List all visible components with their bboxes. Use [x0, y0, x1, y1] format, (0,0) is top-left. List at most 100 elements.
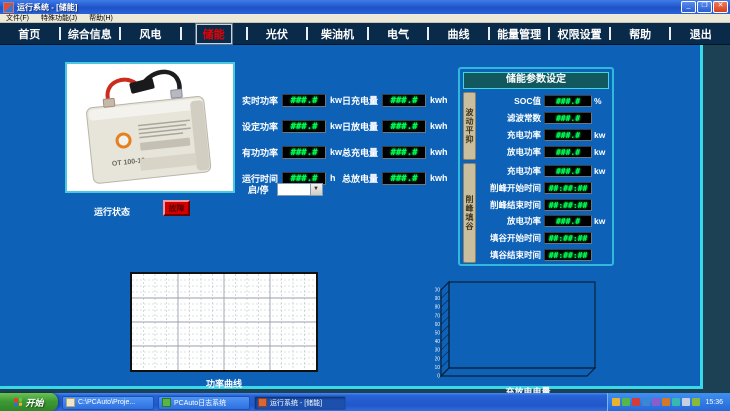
- svg-text:60: 60: [435, 322, 440, 328]
- setting-row: 填谷开始时间 ##:##:##: [479, 230, 609, 246]
- start-stop-row: 启/停 ▼: [248, 183, 323, 196]
- svg-text:20: 20: [435, 356, 440, 362]
- nav-electrical[interactable]: 电气: [369, 26, 428, 42]
- valley-start-time-display[interactable]: ##:##:##: [544, 232, 592, 244]
- content-panel: OT 100-12 运行状态 故障 实时功率 ###.# kw 设定功率: [0, 45, 703, 389]
- setting-label: 削峰开始时间: [479, 182, 544, 194]
- tray-icon[interactable]: [662, 398, 670, 406]
- setting-row: 削峰结束时间 ##:##:##: [479, 197, 609, 213]
- menu-file[interactable]: 文件(F): [0, 13, 35, 23]
- tray-icon[interactable]: [682, 398, 690, 406]
- metric-label: 日充电量: [334, 94, 378, 107]
- task-label: C:\PCAuto\Proje...: [78, 399, 135, 406]
- setting-label: 放电功率: [479, 215, 544, 227]
- svg-text:80: 80: [435, 305, 440, 311]
- tray-icon[interactable]: [652, 398, 660, 406]
- setting-label: 削峰结束时间: [479, 199, 544, 211]
- setting-row: 充电功率 ###.# kw: [479, 127, 609, 143]
- metric-label: 总充电量: [334, 146, 378, 159]
- minimize-button[interactable]: _: [681, 1, 696, 13]
- menu-special-functions[interactable]: 特殊功能(J): [35, 13, 83, 23]
- setting-label: 充电功率: [479, 165, 544, 177]
- restore-button[interactable]: ❐: [697, 1, 712, 13]
- tray-icon[interactable]: [632, 398, 640, 406]
- valley-discharge-power-display[interactable]: ###.#: [544, 215, 592, 227]
- energy-bar-chart: 100 90 80 70 60 50 40 30 20 10 0: [435, 278, 610, 383]
- nav-overview[interactable]: 综合信息: [61, 26, 120, 42]
- chevron-down-icon[interactable]: ▼: [310, 184, 322, 195]
- windows-logo-icon: [14, 398, 22, 407]
- metric-row: 总充电量 ###.# kwh: [334, 145, 454, 159]
- total-charge-display: ###.#: [382, 146, 426, 159]
- setting-row: 削峰开始时间 ##:##:##: [479, 180, 609, 196]
- metric-row: 总放电量 ###.# kwh: [334, 171, 454, 185]
- tray-icon[interactable]: [672, 398, 680, 406]
- nav-help[interactable]: 帮助: [611, 26, 670, 42]
- nav-diesel[interactable]: 柴油机: [308, 26, 367, 42]
- title-bar: 运行系统 - [储能] _ ❐ ✕: [0, 0, 730, 14]
- metric-label: 设定功率: [234, 120, 278, 133]
- app-icon: [258, 398, 267, 407]
- svg-text:70: 70: [435, 313, 440, 319]
- setting-unit: kw: [592, 130, 609, 140]
- charge-power-display[interactable]: ###.#: [544, 129, 592, 141]
- folder-icon: [66, 398, 75, 407]
- svg-text:50: 50: [435, 331, 440, 337]
- metric-label: 总放电量: [334, 172, 378, 185]
- peak-start-time-display[interactable]: ##:##:##: [544, 182, 592, 194]
- taskbar: 开始 C:\PCAuto\Proje... PCAuto日志系统 运行系统 - …: [0, 393, 730, 411]
- tray-icon[interactable]: [642, 398, 650, 406]
- tray-icon[interactable]: [692, 398, 700, 406]
- nav-permissions[interactable]: 权限设置: [550, 26, 609, 42]
- peak-end-time-display[interactable]: ##:##:##: [544, 199, 592, 211]
- metric-label: 实时功率: [234, 94, 278, 107]
- metric-label: 有功功率: [234, 146, 278, 159]
- metric-unit: kwh: [430, 121, 454, 131]
- taskbar-task-explorer[interactable]: C:\PCAuto\Proje...: [62, 396, 154, 410]
- start-stop-select[interactable]: ▼: [277, 183, 323, 196]
- setting-label: 填谷开始时间: [479, 232, 544, 244]
- taskbar-task-run-system[interactable]: 运行系统 - [储能]: [254, 396, 346, 410]
- setting-row: 滤波常数 ###.#: [479, 110, 609, 126]
- start-button[interactable]: 开始: [0, 393, 58, 411]
- tray-icon[interactable]: [622, 398, 630, 406]
- setting-label: 充电功率: [479, 129, 544, 141]
- menu-bar: 文件(F) 特殊功能(J) 帮助(H): [0, 14, 730, 23]
- svg-text:100: 100: [435, 288, 440, 294]
- setting-unit: kw: [592, 216, 609, 226]
- setting-row: SOC值 ###.# %: [479, 93, 609, 109]
- tray-icon[interactable]: [612, 398, 620, 406]
- setting-unit: kw: [592, 147, 609, 157]
- valley-end-time-display[interactable]: ##:##:##: [544, 249, 592, 261]
- realtime-power-display: ###.#: [282, 94, 326, 107]
- nav-energy-mgmt[interactable]: 能量管理: [490, 26, 549, 42]
- set-power-display[interactable]: ###.#: [282, 120, 326, 133]
- nav-wind[interactable]: 风电: [121, 26, 180, 42]
- nav-storage[interactable]: 储能: [196, 24, 232, 44]
- start-stop-label: 启/停: [248, 183, 269, 196]
- peak-charge-power-display[interactable]: ###.#: [544, 165, 592, 177]
- metrics-right-column: 日充电量 ###.# kwh 日放电量 ###.# kwh 总充电量 ###.#…: [334, 93, 454, 185]
- metric-row: 日放电量 ###.# kwh: [334, 119, 454, 133]
- daily-charge-display: ###.#: [382, 94, 426, 107]
- app-icon: [162, 398, 171, 407]
- active-power-display: ###.#: [282, 146, 326, 159]
- menu-help[interactable]: 帮助(H): [83, 13, 119, 23]
- task-label: 运行系统 - [储能]: [270, 398, 322, 408]
- nav-exit[interactable]: 退出: [671, 26, 730, 42]
- nav-separator: [180, 27, 182, 40]
- peak-shaving-group: 削峰填谷 充电功率 ###.# kw 削峰开始时间 ##:##:##: [463, 163, 609, 263]
- app-window: 运行系统 - [储能] _ ❐ ✕ 文件(F) 特殊功能(J) 帮助(H) 首页…: [0, 0, 730, 411]
- nav-pv[interactable]: 光伏: [248, 26, 307, 42]
- svg-text:0: 0: [437, 374, 440, 380]
- discharge-power-display[interactable]: ###.#: [544, 146, 592, 158]
- soc-display[interactable]: ###.#: [544, 95, 592, 107]
- taskbar-task-log-system[interactable]: PCAuto日志系统: [158, 396, 250, 410]
- metric-unit: kwh: [430, 147, 454, 157]
- filter-constant-display[interactable]: ###.#: [544, 112, 592, 124]
- close-button[interactable]: ✕: [713, 1, 728, 13]
- group-side-label: 波动平抑: [463, 92, 476, 160]
- nav-curves[interactable]: 曲线: [429, 26, 488, 42]
- svg-text:40: 40: [435, 339, 440, 345]
- nav-home[interactable]: 首页: [0, 26, 59, 42]
